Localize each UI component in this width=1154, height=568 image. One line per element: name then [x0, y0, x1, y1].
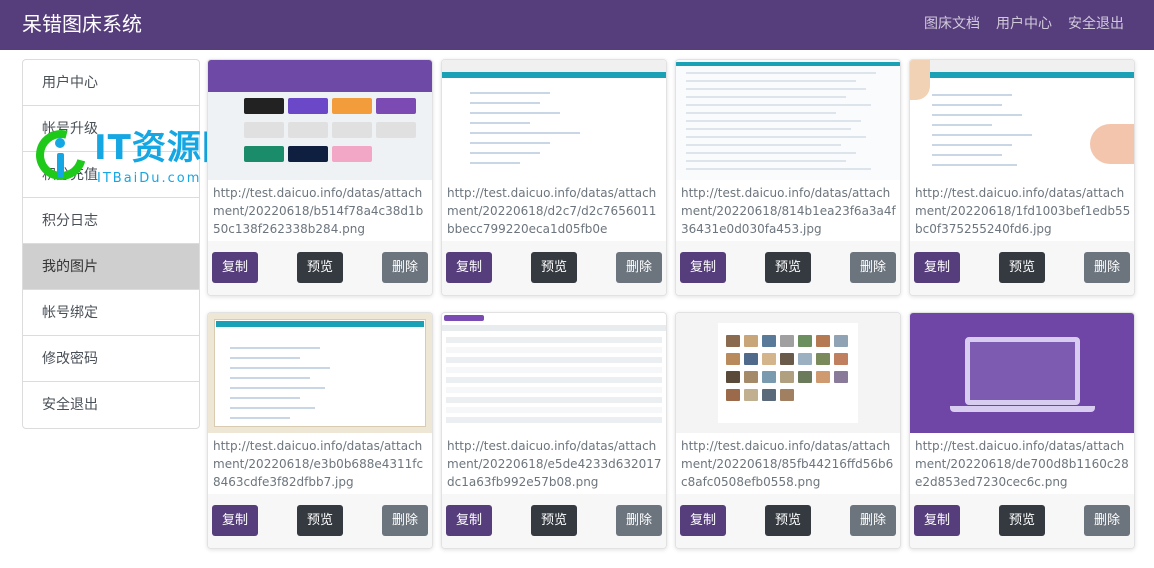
preview-button[interactable]: 预览 [765, 505, 811, 536]
nav-link-docs[interactable]: 图床文档 [924, 15, 980, 33]
sidebar-item-change-password[interactable]: 修改密码 [23, 336, 199, 382]
image-actions: 复制 预览 删除 [910, 494, 1134, 548]
copy-button[interactable]: 复制 [914, 252, 960, 283]
preview-button[interactable]: 预览 [297, 505, 343, 536]
image-actions: 复制 预览 删除 [442, 241, 666, 295]
image-thumbnail[interactable] [676, 60, 900, 180]
image-actions: 复制 预览 删除 [910, 241, 1134, 295]
copy-button[interactable]: 复制 [914, 505, 960, 536]
top-navbar: 呆错图床系统 图床文档 用户中心 安全退出 [0, 0, 1154, 50]
sidebar-item-account-binding[interactable]: 帐号绑定 [23, 290, 199, 336]
delete-button[interactable]: 删除 [850, 252, 896, 283]
nav-links: 图床文档 用户中心 安全退出 [924, 15, 1124, 33]
nav-link-logout[interactable]: 安全退出 [1068, 15, 1124, 33]
watermark-bar-icon [57, 153, 64, 178]
delete-button[interactable]: 删除 [850, 505, 896, 536]
copy-button[interactable]: 复制 [212, 252, 258, 283]
image-card: http://test.daicuo.info/datas/attachment… [441, 312, 667, 549]
image-card: http://test.daicuo.info/datas/attachment… [207, 59, 433, 296]
image-thumbnail[interactable] [910, 60, 1134, 180]
laptop-icon [965, 337, 1080, 405]
preview-button[interactable]: 预览 [297, 252, 343, 283]
image-card: http://test.daicuo.info/datas/attachment… [909, 312, 1135, 549]
image-thumbnail[interactable] [442, 313, 666, 433]
image-card: http://test.daicuo.info/datas/attachment… [675, 312, 901, 549]
image-url: http://test.daicuo.info/datas/attachment… [681, 186, 896, 236]
delete-button[interactable]: 删除 [616, 505, 662, 536]
preview-button[interactable]: 预览 [531, 252, 577, 283]
nav-link-user-center[interactable]: 用户中心 [996, 15, 1052, 33]
copy-button[interactable]: 复制 [446, 252, 492, 283]
image-url: http://test.daicuo.info/datas/attachment… [213, 439, 424, 489]
image-actions: 复制 预览 删除 [208, 494, 432, 548]
copy-button[interactable]: 复制 [680, 252, 726, 283]
preview-button[interactable]: 预览 [531, 505, 577, 536]
delete-button[interactable]: 删除 [382, 252, 428, 283]
preview-button[interactable]: 预览 [999, 505, 1045, 536]
image-thumbnail[interactable] [676, 313, 900, 433]
sidebar-item-my-images[interactable]: 我的图片 [23, 244, 199, 290]
copy-button[interactable]: 复制 [680, 505, 726, 536]
image-actions: 复制 预览 删除 [676, 241, 900, 295]
sidebar-menu: 用户中心 帐号升级 积分充值 积分日志 我的图片 帐号绑定 修改密码 安全退出 [22, 59, 200, 429]
image-url: http://test.daicuo.info/datas/attachment… [915, 439, 1129, 489]
image-thumbnail[interactable] [910, 313, 1134, 433]
image-card: http://test.daicuo.info/datas/attachment… [909, 59, 1135, 296]
image-url: http://test.daicuo.info/datas/attachment… [213, 186, 424, 236]
delete-button[interactable]: 删除 [1084, 505, 1130, 536]
sidebar-item-user-center[interactable]: 用户中心 [23, 60, 199, 106]
image-thumbnail[interactable] [208, 313, 432, 433]
image-url: http://test.daicuo.info/datas/attachment… [447, 186, 657, 236]
image-actions: 复制 预览 删除 [442, 494, 666, 548]
delete-button[interactable]: 删除 [1084, 252, 1130, 283]
image-actions: 复制 预览 删除 [208, 241, 432, 295]
copy-button[interactable]: 复制 [212, 505, 258, 536]
image-actions: 复制 预览 删除 [676, 494, 900, 548]
watermark-subtext: ITBaiDu.com [97, 171, 202, 186]
watermark-dot-icon [55, 138, 65, 148]
image-card: http://test.daicuo.info/datas/attachment… [675, 59, 901, 296]
image-thumbnail[interactable] [208, 60, 432, 180]
sidebar-item-points-log[interactable]: 积分日志 [23, 198, 199, 244]
image-card: http://test.daicuo.info/datas/attachment… [441, 59, 667, 296]
app-title[interactable]: 呆错图床系统 [22, 10, 142, 38]
delete-button[interactable]: 删除 [616, 252, 662, 283]
preview-button[interactable]: 预览 [999, 252, 1045, 283]
image-thumbnail[interactable] [442, 60, 666, 180]
copy-button[interactable]: 复制 [446, 505, 492, 536]
preview-button[interactable]: 预览 [765, 252, 811, 283]
delete-button[interactable]: 删除 [382, 505, 428, 536]
image-url: http://test.daicuo.info/datas/attachment… [681, 439, 894, 489]
image-url: http://test.daicuo.info/datas/attachment… [915, 186, 1131, 236]
image-card: http://test.daicuo.info/datas/attachment… [207, 312, 433, 549]
image-url: http://test.daicuo.info/datas/attachment… [447, 439, 662, 489]
sidebar-item-logout[interactable]: 安全退出 [23, 382, 199, 428]
